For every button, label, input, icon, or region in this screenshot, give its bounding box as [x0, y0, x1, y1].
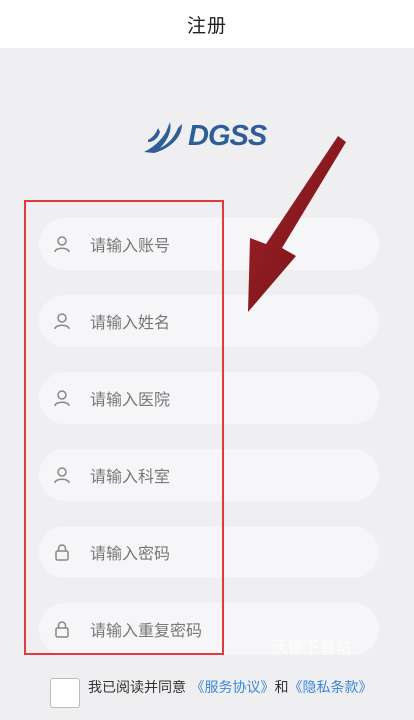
hospital-placeholder: 请输入医院	[90, 390, 171, 409]
agree-checkbox[interactable]	[50, 678, 80, 708]
agreement-text: 我已阅读并同意 《服务协议》和《隐私条款》	[88, 679, 388, 697]
lock-icon	[52, 542, 72, 562]
privacy-policy-link[interactable]: 《隐私条款》	[288, 680, 372, 696]
top-bar: 注册	[0, 0, 414, 48]
repeat-password-placeholder: 请输入重复密码	[90, 621, 203, 640]
service-agreement-link[interactable]: 《服务协议》	[190, 680, 274, 696]
user-icon	[52, 388, 72, 408]
annotation-arrow-icon	[248, 136, 346, 312]
hospital-input[interactable]: 请输入医院	[39, 372, 379, 424]
watermark: 沃德下载站	[272, 638, 353, 656]
password-placeholder: 请输入密码	[90, 544, 171, 563]
department-input[interactable]: 请输入科室	[39, 449, 379, 501]
password-input[interactable]: 请输入密码	[39, 526, 379, 578]
user-icon	[52, 465, 72, 485]
account-placeholder: 请输入账号	[90, 236, 171, 255]
agreement-row: 我已阅读并同意 《服务协议》和《隐私条款》	[50, 677, 390, 717]
page-title: 注册	[186, 14, 227, 37]
dgss-bird-logo-icon	[144, 122, 182, 153]
department-placeholder: 请输入科室	[90, 467, 171, 486]
agreement-prefix: 我已阅读并同意	[88, 680, 191, 696]
user-icon	[52, 234, 72, 254]
lock-icon	[52, 619, 72, 639]
agreement-and: 和	[274, 680, 289, 696]
user-icon	[52, 311, 72, 331]
name-placeholder: 请输入姓名	[90, 313, 171, 332]
